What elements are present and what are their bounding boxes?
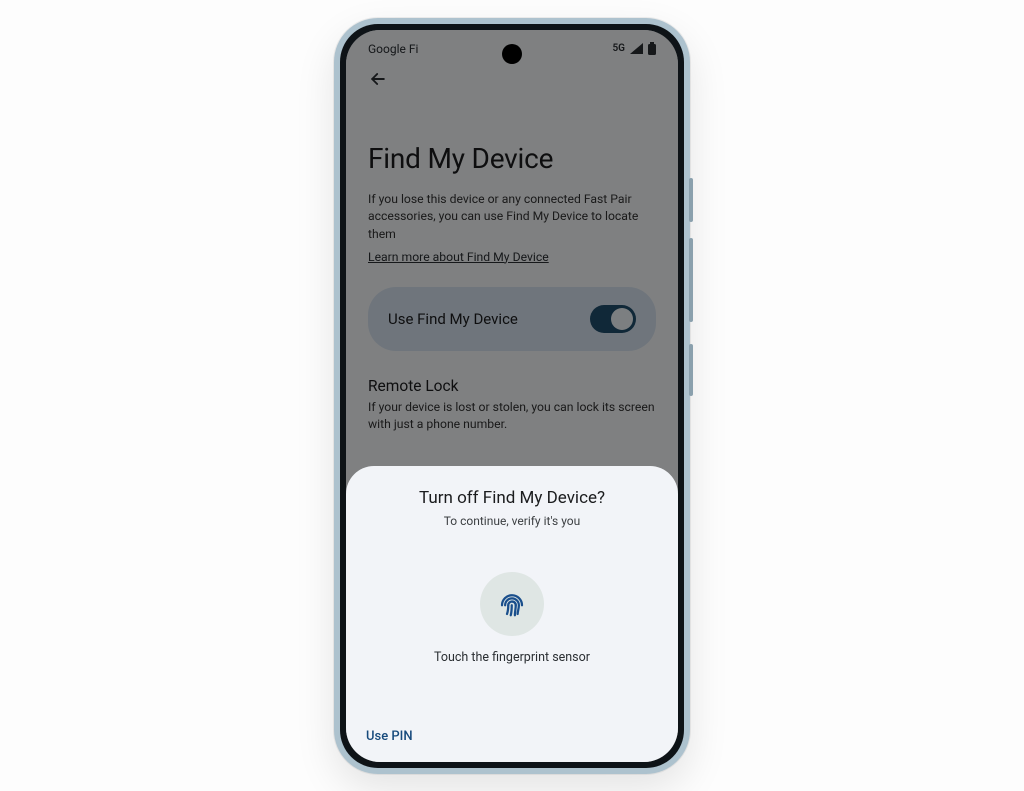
sheet-subtitle: To continue, verify it's you <box>444 514 581 528</box>
side-button <box>689 238 693 322</box>
side-button <box>689 178 693 222</box>
fingerprint-icon <box>497 589 527 619</box>
fingerprint-prompt: Touch the fingerprint sensor <box>434 572 590 665</box>
phone-frame: Google Fi 5G Find My Device If you lose … <box>334 18 690 774</box>
side-button <box>689 344 693 396</box>
fingerprint-sensor[interactable] <box>480 572 544 636</box>
screen: Google Fi 5G Find My Device If you lose … <box>346 30 678 762</box>
use-pin-button[interactable]: Use PIN <box>366 729 413 744</box>
biometric-bottom-sheet: Turn off Find My Device? To continue, ve… <box>346 466 678 762</box>
stage: Google Fi 5G Find My Device If you lose … <box>0 0 1024 791</box>
camera-cutout <box>502 44 522 64</box>
fingerprint-caption: Touch the fingerprint sensor <box>434 650 590 665</box>
sheet-title: Turn off Find My Device? <box>419 488 605 508</box>
